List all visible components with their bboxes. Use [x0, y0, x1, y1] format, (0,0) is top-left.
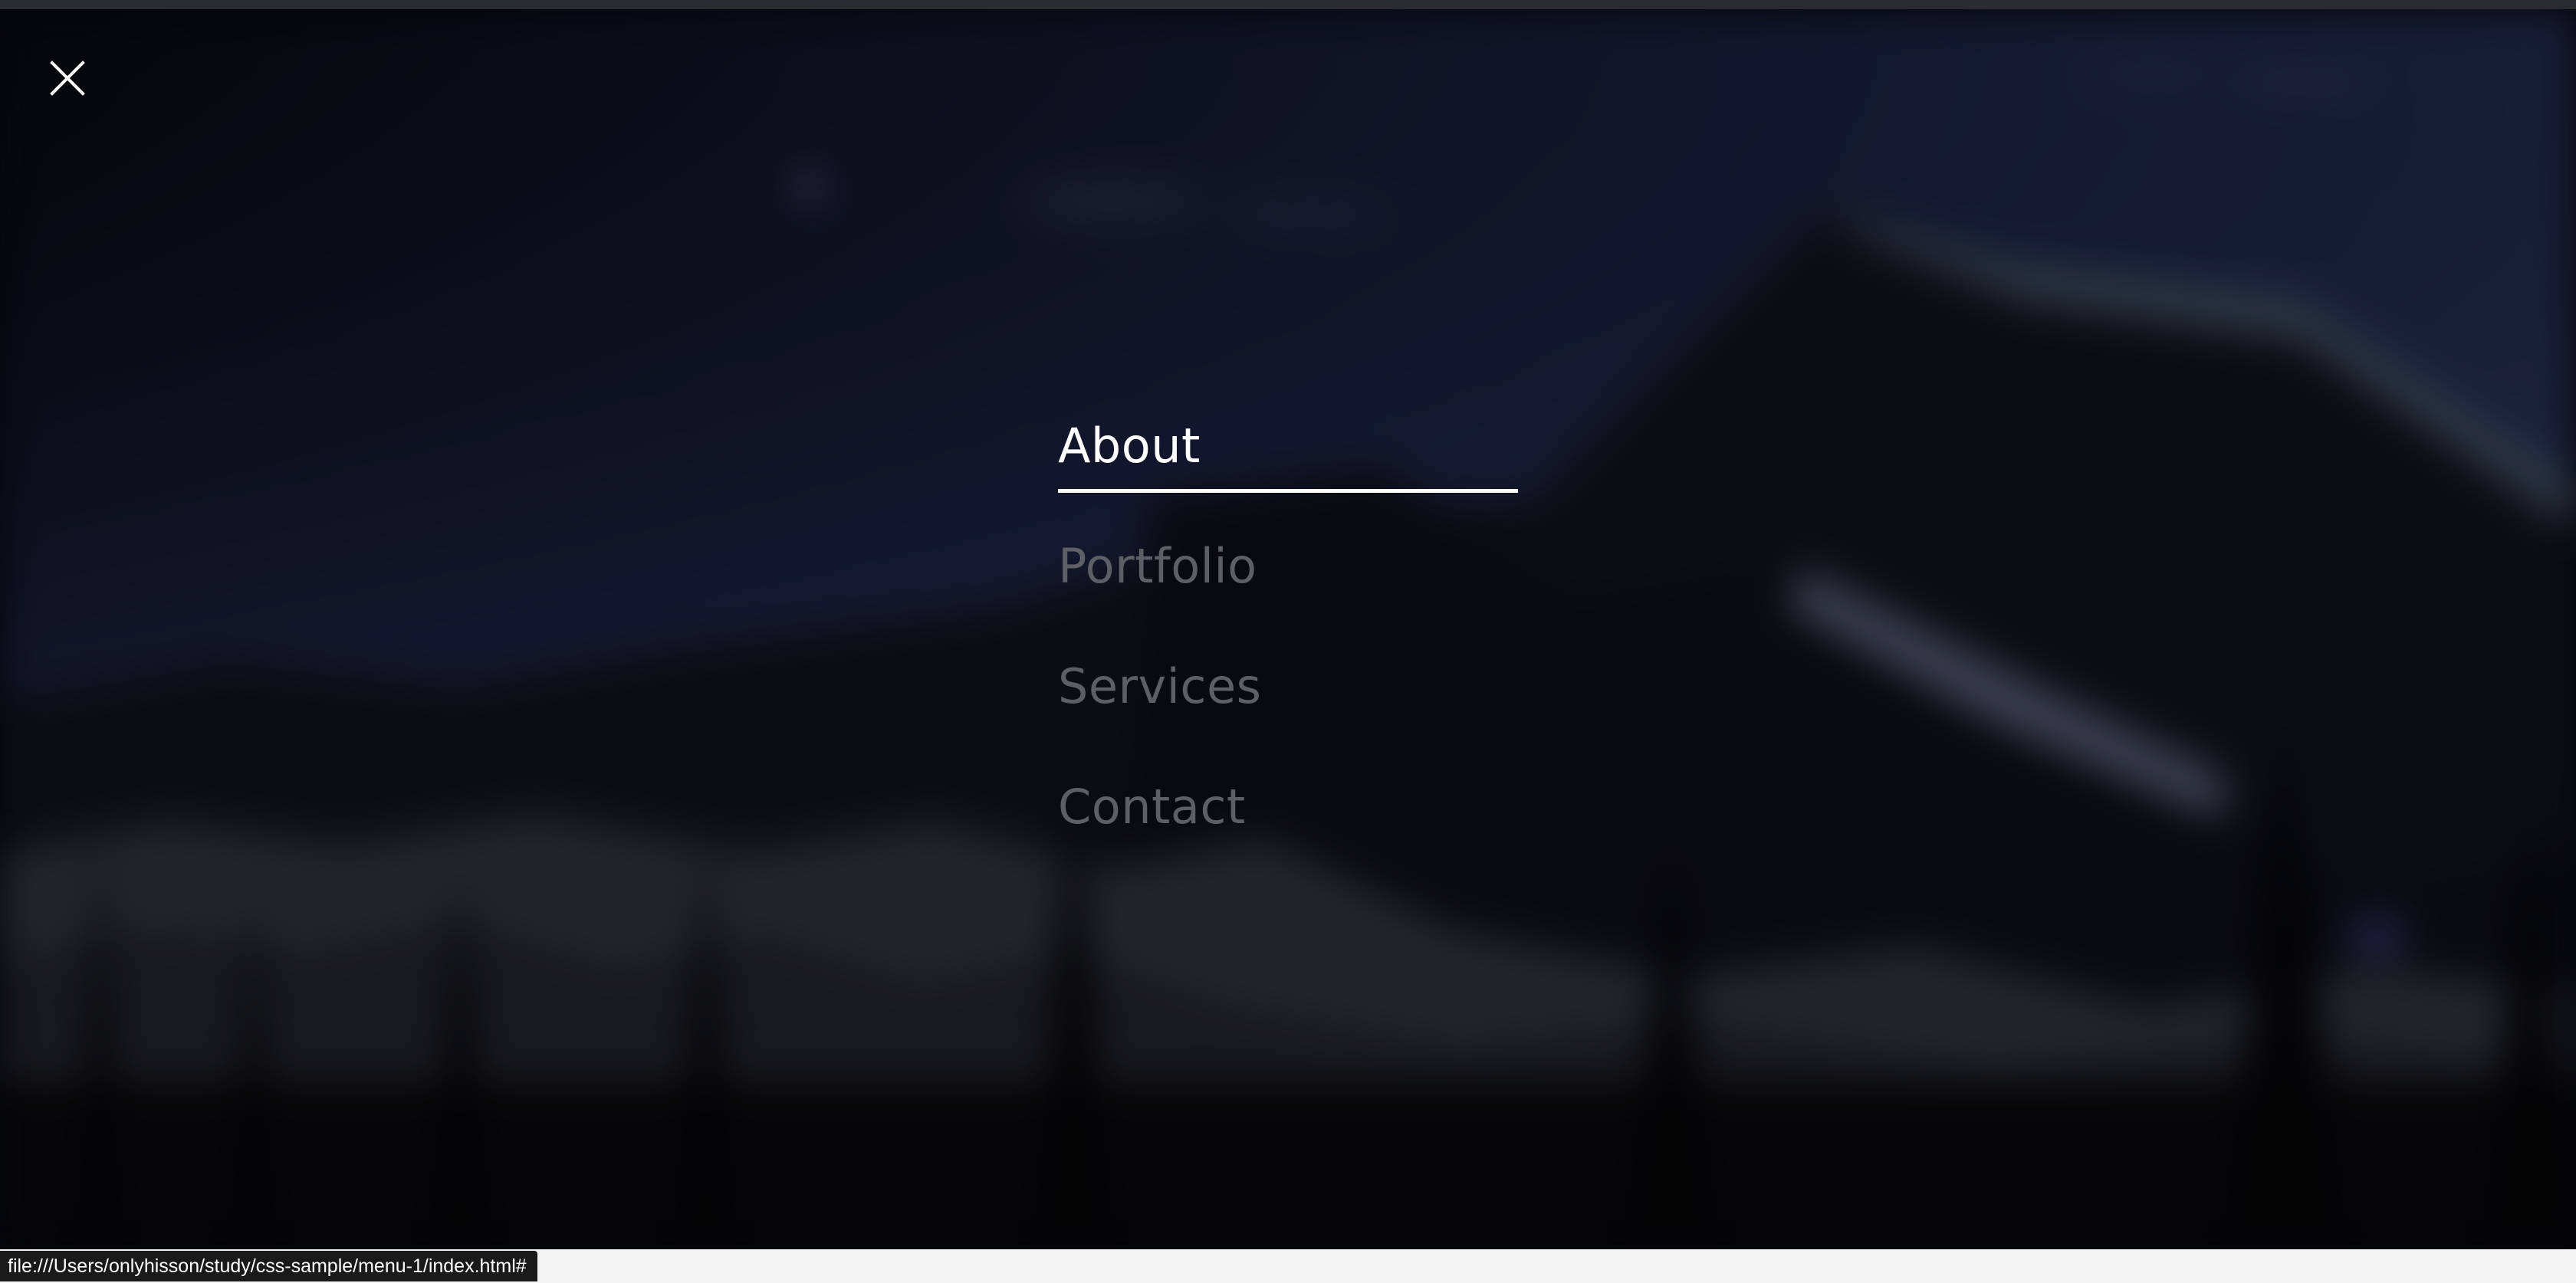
status-bar-url: file:///Users/onlyhisson/study/css-sampl…: [0, 1251, 537, 1281]
menu-item-services: Services: [1058, 648, 1518, 769]
window-top-edge: [0, 0, 2576, 9]
menu-link-portfolio[interactable]: Portfolio: [1058, 528, 1257, 605]
menu-link-services[interactable]: Services: [1058, 648, 1261, 725]
close-icon: [50, 61, 85, 96]
menu-link-about[interactable]: About: [1058, 408, 1201, 484]
menu-item-portfolio: Portfolio: [1058, 528, 1518, 648]
overlay-nav-menu: About Portfolio Services Contact: [1058, 408, 1518, 889]
menu-link-contact[interactable]: Contact: [1058, 769, 1246, 845]
menu-overlay-page: About Portfolio Services Contact file://…: [0, 0, 2576, 1283]
menu-item-about: About: [1058, 408, 1518, 528]
close-menu-button[interactable]: [44, 55, 90, 101]
menu-item-contact: Contact: [1058, 769, 1518, 889]
